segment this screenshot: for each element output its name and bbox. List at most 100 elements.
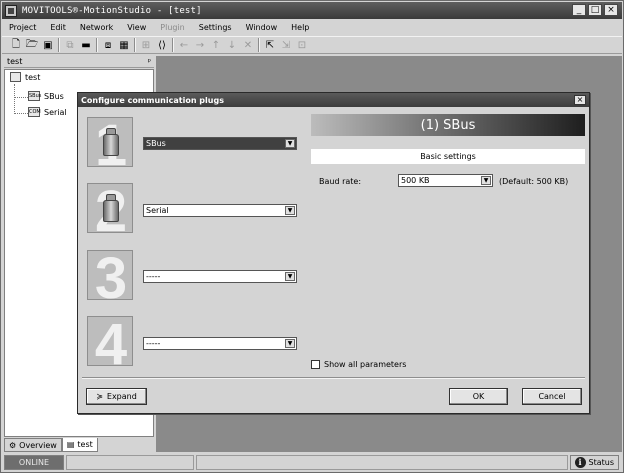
tree-item-serial[interactable]: COM Serial	[28, 107, 67, 117]
expand-label: Expand	[106, 392, 137, 401]
chevron-down-icon[interactable]: ▼	[285, 272, 295, 281]
app-icon	[5, 4, 17, 17]
close-button[interactable]: ×	[604, 4, 618, 16]
tree-item-sbus[interactable]: SBus SBus	[28, 91, 64, 101]
chevron-down-icon[interactable]: ▼	[285, 139, 295, 148]
plug-4-image: 4	[87, 316, 133, 366]
info-icon: i	[574, 457, 586, 468]
overview-icon: ⚙	[9, 440, 17, 450]
arrow-left-icon[interactable]: ←	[176, 37, 192, 53]
plug-1-image: 1	[87, 117, 133, 167]
serial-icon: COM	[28, 107, 41, 117]
baud-rate-value: 500 KB	[401, 176, 430, 185]
computer-icon	[10, 72, 21, 82]
tree-line	[14, 84, 15, 114]
toolbar-separator	[58, 38, 60, 52]
open-folder-icon[interactable]: 🗁	[24, 37, 40, 53]
ok-button[interactable]: OK	[449, 388, 508, 405]
network-icon[interactable]: ⊞	[138, 37, 154, 53]
tab-label: Overview	[19, 440, 57, 450]
arrow-up-icon[interactable]: ↑	[208, 37, 224, 53]
tree-item-label: test	[25, 72, 41, 82]
delete-icon[interactable]: ✕	[240, 37, 256, 53]
grid-icon[interactable]: ▦	[116, 37, 132, 53]
arrow-right-icon[interactable]: →	[192, 37, 208, 53]
plug-1-select[interactable]: SBus ▼	[143, 137, 297, 150]
tree-line	[14, 113, 28, 114]
plug-3-value: -----	[146, 272, 161, 281]
project-panel-title: test	[7, 57, 23, 66]
import-icon[interactable]: ⇲	[278, 37, 294, 53]
maximize-button[interactable]: □	[588, 4, 602, 16]
connector-icon	[100, 126, 122, 162]
menu-window[interactable]: Window	[239, 23, 285, 32]
save-icon[interactable]: ▣	[40, 37, 56, 53]
plug-1-value: SBus	[146, 139, 166, 148]
cancel-button[interactable]: Cancel	[522, 388, 582, 405]
menu-view[interactable]: View	[120, 23, 153, 32]
toolbar-separator	[134, 38, 136, 52]
window-title: MOVITOOLS®-MotionStudio - [test]	[22, 5, 202, 16]
chevron-down-icon[interactable]: ▼	[285, 206, 295, 215]
connector-icon	[100, 192, 122, 228]
status-button[interactable]: i Status	[569, 455, 619, 470]
baud-rate-select[interactable]: 500 KB ▼	[398, 174, 493, 187]
new-file-icon[interactable]: 🗋	[8, 37, 24, 53]
online-indicator: ONLINE	[4, 455, 64, 470]
dialog-title-bar[interactable]: Configure communication plugs	[78, 93, 589, 107]
dialog-separator	[82, 377, 585, 379]
status-bar: ONLINE i Status	[2, 453, 622, 472]
expand-button[interactable]: ≽ Expand	[86, 388, 147, 405]
plug-4-select[interactable]: ----- ▼	[143, 337, 297, 350]
copy-icon[interactable]: ⧉	[62, 37, 78, 53]
sbus-icon: SBus	[28, 91, 42, 101]
plug-3-select[interactable]: ----- ▼	[143, 270, 297, 283]
plug-number: 4	[94, 316, 128, 366]
show-all-parameters[interactable]: Show all parameters	[311, 360, 406, 369]
tab-overview[interactable]: ⚙ Overview	[4, 438, 62, 452]
plug-4-value: -----	[146, 339, 161, 348]
menu-project[interactable]: Project	[2, 23, 43, 32]
show-all-checkbox[interactable]	[311, 360, 320, 369]
plug-2-value: Serial	[146, 206, 169, 215]
plug-2-select[interactable]: Serial ▼	[143, 204, 297, 217]
screen-icon[interactable]: ⊡	[294, 37, 310, 53]
project-panel-header: test ᵖ	[4, 56, 154, 68]
chevron-down-icon[interactable]: ▼	[481, 176, 491, 185]
dialog-close-button[interactable]: ×	[574, 95, 586, 105]
plug-header: (1) SBus	[311, 114, 585, 136]
swap-icon[interactable]: ⟨⟩	[154, 37, 170, 53]
minimize-button[interactable]: _	[572, 4, 586, 16]
tree-item-label: SBus	[44, 91, 64, 101]
window-controls: _ □ ×	[572, 4, 618, 16]
menu-network[interactable]: Network	[73, 23, 120, 32]
dialog-title: Configure communication plugs	[81, 95, 224, 105]
tab-label: test	[77, 440, 93, 449]
export-icon[interactable]: ⇱	[262, 37, 278, 53]
basic-settings-heading: Basic settings	[311, 149, 585, 164]
tree-item-test[interactable]: test	[10, 72, 40, 82]
window-icon[interactable]: ⧈	[100, 37, 116, 53]
menu-help[interactable]: Help	[284, 23, 316, 32]
menu-bar: Project Edit Network View Plugin Setting…	[2, 20, 622, 35]
expand-icon: ≽	[96, 392, 103, 401]
plug-settings-panel: (1) SBus Basic settings Baud rate: 500 K…	[311, 114, 585, 378]
menu-plugin[interactable]: Plugin	[153, 23, 192, 32]
title-bar[interactable]: MOVITOOLS®-MotionStudio - [test] _ □ ×	[2, 2, 622, 19]
tree-item-label: Serial	[44, 107, 67, 117]
chevron-down-icon[interactable]: ▼	[285, 339, 295, 348]
toolbar-separator	[172, 38, 174, 52]
baud-rate-label: Baud rate:	[319, 177, 362, 186]
pin-icon[interactable]: ᵖ	[148, 57, 151, 66]
network-tab-icon: ▤	[66, 440, 75, 449]
configure-plugs-dialog: Configure communication plugs × 1 SBus ▼…	[77, 92, 590, 414]
menu-settings[interactable]: Settings	[192, 23, 239, 32]
tab-test[interactable]: ▤ test	[61, 438, 98, 452]
folder-icon[interactable]: ▬	[78, 37, 94, 53]
arrow-down-icon[interactable]: ↓	[224, 37, 240, 53]
menu-edit[interactable]: Edit	[43, 23, 73, 32]
toolbar-separator	[96, 38, 98, 52]
project-panel-tabs: ⚙ Overview ▤ test	[4, 438, 98, 452]
plug-3-image: 3	[87, 250, 133, 300]
status-cell	[66, 455, 194, 470]
